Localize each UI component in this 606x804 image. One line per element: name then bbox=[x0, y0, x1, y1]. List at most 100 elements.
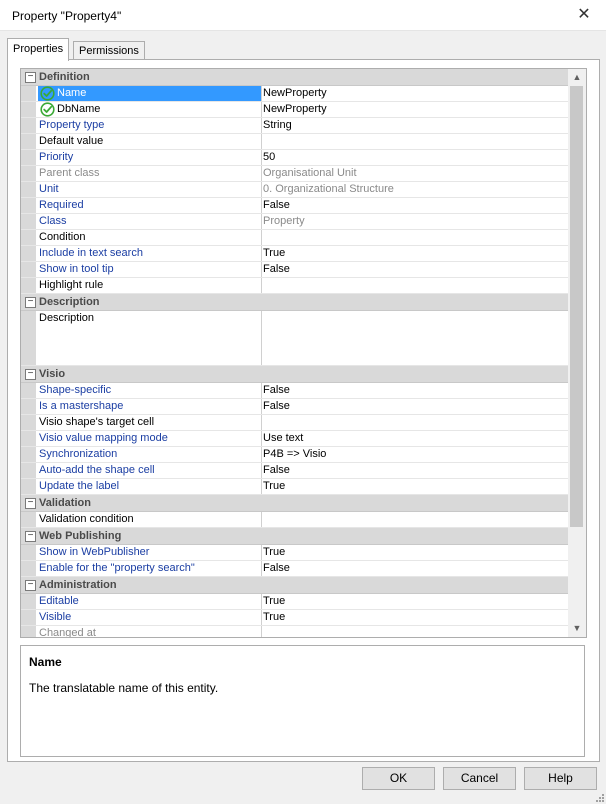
property-row[interactable]: Priority 50 bbox=[21, 150, 568, 166]
property-row[interactable]: Show in tool tip False bbox=[21, 262, 568, 278]
scroll-thumb[interactable] bbox=[570, 86, 583, 527]
property-value-cell[interactable] bbox=[262, 415, 568, 430]
tab-permissions[interactable]: Permissions bbox=[73, 41, 145, 60]
property-name-cell[interactable]: Editable bbox=[38, 594, 262, 609]
property-value-cell[interactable]: NewProperty bbox=[262, 86, 568, 101]
section-header-visio[interactable]: − Visio bbox=[21, 366, 568, 383]
property-row[interactable]: Include in text search True bbox=[21, 246, 568, 262]
property-row[interactable]: Unit 0. Organizational Structure bbox=[21, 182, 568, 198]
property-name-cell[interactable]: Include in text search bbox=[38, 246, 262, 261]
property-row[interactable]: Condition bbox=[21, 230, 568, 246]
property-value-cell[interactable]: False bbox=[262, 561, 568, 576]
property-name-cell[interactable]: Condition bbox=[38, 230, 262, 245]
property-row[interactable]: Class Property bbox=[21, 214, 568, 230]
collapse-toggle-icon[interactable]: − bbox=[25, 531, 36, 542]
property-value-cell[interactable]: True bbox=[262, 479, 568, 494]
property-value-cell[interactable]: Use text bbox=[262, 431, 568, 446]
property-value-cell[interactable]: 50 bbox=[262, 150, 568, 165]
property-row[interactable]: Show in WebPublisher True bbox=[21, 545, 568, 561]
property-value-cell[interactable] bbox=[262, 278, 568, 293]
property-value-cell[interactable]: Property bbox=[262, 214, 568, 229]
property-row[interactable]: Update the label True bbox=[21, 479, 568, 495]
property-row[interactable]: DbName NewProperty bbox=[21, 102, 568, 118]
property-row[interactable]: Highlight rule bbox=[21, 278, 568, 294]
section-header-web-publishing[interactable]: − Web Publishing bbox=[21, 528, 568, 545]
property-row[interactable]: Required False bbox=[21, 198, 568, 214]
property-row[interactable]: Parent class Organisational Unit bbox=[21, 166, 568, 182]
property-row[interactable]: Synchronization P4B => Visio bbox=[21, 447, 568, 463]
property-name-cell[interactable]: Is a mastershape bbox=[38, 399, 262, 414]
property-value-cell[interactable]: Organisational Unit bbox=[262, 166, 568, 181]
property-value-cell[interactable]: True bbox=[262, 610, 568, 625]
property-value-cell[interactable]: False bbox=[262, 262, 568, 277]
property-row[interactable]: Visible True bbox=[21, 610, 568, 626]
property-name-cell[interactable]: Update the label bbox=[38, 479, 262, 494]
property-value-cell[interactable]: False bbox=[262, 399, 568, 414]
tab-properties[interactable]: Properties bbox=[7, 38, 70, 61]
property-name-cell[interactable]: Unit bbox=[38, 182, 262, 197]
scroll-up-arrow-icon[interactable]: ▲ bbox=[568, 69, 586, 86]
property-name-cell[interactable]: Class bbox=[38, 214, 262, 229]
section-header-validation[interactable]: − Validation bbox=[21, 495, 568, 512]
property-name-cell[interactable]: Property type bbox=[38, 118, 262, 133]
property-value-cell[interactable]: False bbox=[262, 198, 568, 213]
cancel-button[interactable]: Cancel bbox=[443, 767, 516, 790]
vertical-scrollbar[interactable]: ▲ ▼ bbox=[568, 69, 586, 637]
property-row[interactable]: Property type String bbox=[21, 118, 568, 134]
property-name-cell[interactable]: Required bbox=[38, 198, 262, 213]
property-name-cell[interactable]: Name bbox=[38, 86, 262, 101]
property-row[interactable]: Shape-specific False bbox=[21, 383, 568, 399]
property-value-cell[interactable] bbox=[262, 512, 568, 527]
property-value-cell[interactable]: P4B => Visio bbox=[262, 447, 568, 462]
property-name-cell[interactable]: Visio shape's target cell bbox=[38, 415, 262, 430]
property-row[interactable]: Name NewProperty bbox=[21, 86, 568, 102]
property-name-cell[interactable]: Priority bbox=[38, 150, 262, 165]
collapse-toggle-icon[interactable]: − bbox=[25, 72, 36, 83]
property-name-cell[interactable]: Visible bbox=[38, 610, 262, 625]
property-name-cell[interactable]: Synchronization bbox=[38, 447, 262, 462]
property-row[interactable]: Enable for the "property search" False bbox=[21, 561, 568, 577]
property-value-cell[interactable] bbox=[262, 311, 568, 365]
property-name-cell[interactable]: Shape-specific bbox=[38, 383, 262, 398]
property-value-cell[interactable] bbox=[262, 626, 568, 637]
property-name-cell[interactable]: Changed at bbox=[38, 626, 262, 637]
property-value-cell[interactable] bbox=[262, 134, 568, 149]
collapse-toggle-icon[interactable]: − bbox=[25, 297, 36, 308]
collapse-toggle-icon[interactable]: − bbox=[25, 580, 36, 591]
property-name-cell[interactable]: Description bbox=[38, 311, 262, 365]
property-row[interactable]: Editable True bbox=[21, 594, 568, 610]
property-row[interactable]: Description bbox=[21, 311, 568, 366]
property-name-cell[interactable]: Show in tool tip bbox=[38, 262, 262, 277]
property-value-cell[interactable]: False bbox=[262, 383, 568, 398]
property-value-cell[interactable] bbox=[262, 230, 568, 245]
scroll-down-arrow-icon[interactable]: ▼ bbox=[568, 620, 586, 637]
property-value-cell[interactable]: True bbox=[262, 594, 568, 609]
section-header-definition[interactable]: − Definition bbox=[21, 69, 568, 86]
property-name-cell[interactable]: DbName bbox=[38, 102, 262, 117]
ok-button[interactable]: OK bbox=[362, 767, 435, 790]
property-name-cell[interactable]: Enable for the "property search" bbox=[38, 561, 262, 576]
property-name-cell[interactable]: Highlight rule bbox=[38, 278, 262, 293]
property-row[interactable]: Auto-add the shape cell False bbox=[21, 463, 568, 479]
section-header-administration[interactable]: − Administration bbox=[21, 577, 568, 594]
property-row[interactable]: Changed at bbox=[21, 626, 568, 637]
property-row[interactable]: Validation condition bbox=[21, 512, 568, 528]
property-name-cell[interactable]: Validation condition bbox=[38, 512, 262, 527]
property-value-cell[interactable]: False bbox=[262, 463, 568, 478]
property-value-cell[interactable]: String bbox=[262, 118, 568, 133]
property-value-cell[interactable]: True bbox=[262, 246, 568, 261]
section-header-description[interactable]: − Description bbox=[21, 294, 568, 311]
property-row[interactable]: Default value bbox=[21, 134, 568, 150]
property-value-cell[interactable]: NewProperty bbox=[262, 102, 568, 117]
property-row[interactable]: Is a mastershape False bbox=[21, 399, 568, 415]
property-row[interactable]: Visio shape's target cell bbox=[21, 415, 568, 431]
collapse-toggle-icon[interactable]: − bbox=[25, 369, 36, 380]
resize-grip-icon[interactable] bbox=[594, 792, 604, 802]
property-name-cell[interactable]: Visio value mapping mode bbox=[38, 431, 262, 446]
collapse-toggle-icon[interactable]: − bbox=[25, 498, 36, 509]
property-name-cell[interactable]: Auto-add the shape cell bbox=[38, 463, 262, 478]
property-row[interactable]: Visio value mapping mode Use text bbox=[21, 431, 568, 447]
property-name-cell[interactable]: Show in WebPublisher bbox=[38, 545, 262, 560]
property-value-cell[interactable]: 0. Organizational Structure bbox=[262, 182, 568, 197]
property-name-cell[interactable]: Parent class bbox=[38, 166, 262, 181]
